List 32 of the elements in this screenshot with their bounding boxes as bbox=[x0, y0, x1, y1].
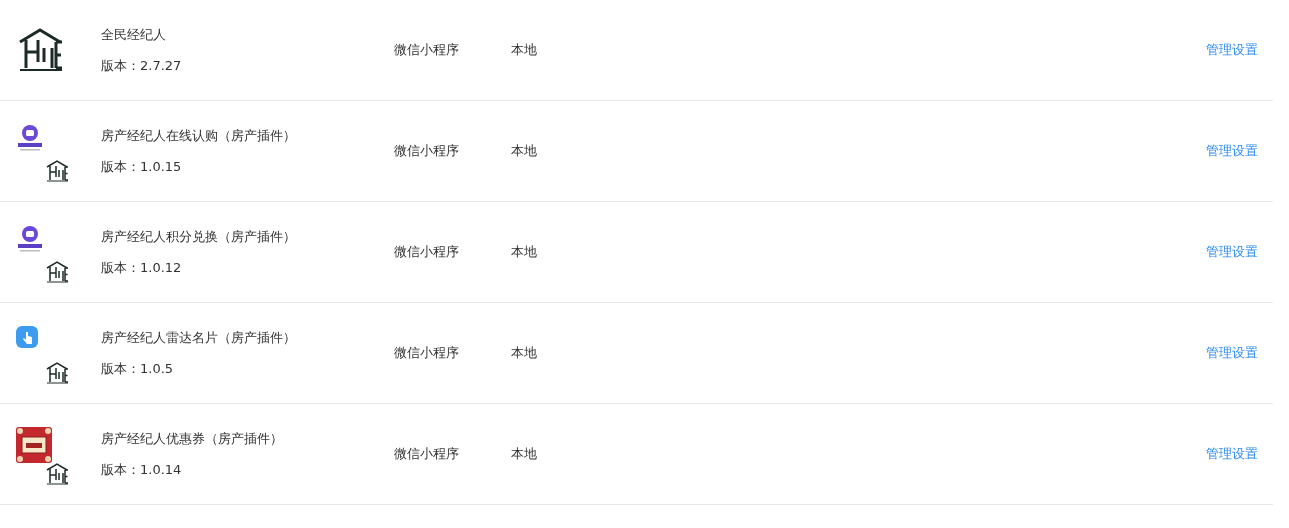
manage-settings-link[interactable]: 管理设置 bbox=[1206, 445, 1258, 463]
platform-label: 微信小程序 bbox=[394, 243, 460, 261]
source-label: 本地 bbox=[511, 142, 538, 160]
house-icon bbox=[18, 28, 62, 72]
source-label: 本地 bbox=[511, 344, 538, 362]
house-icon bbox=[46, 362, 68, 384]
plugin-version: 版本：1.0.14 bbox=[101, 460, 183, 479]
plugin-version: 版本：1.0.5 bbox=[101, 359, 175, 378]
house-icon bbox=[46, 261, 68, 283]
plugin-version: 版本：2.7.27 bbox=[101, 56, 183, 75]
source-label: 本地 bbox=[511, 243, 538, 261]
coupon-icon bbox=[16, 427, 52, 463]
hand-icon bbox=[16, 326, 38, 348]
platform-label: 微信小程序 bbox=[394, 142, 460, 160]
house-icon bbox=[46, 463, 68, 485]
manage-settings-link[interactable]: 管理设置 bbox=[1206, 142, 1258, 160]
plugin-name: 全民经纪人 bbox=[101, 25, 167, 44]
manage-settings-link[interactable]: 管理设置 bbox=[1206, 41, 1258, 59]
plugin-name: 房产经纪人雷达名片（房产插件） bbox=[101, 328, 297, 347]
manage-settings-link[interactable]: 管理设置 bbox=[1206, 344, 1258, 362]
manage-settings-link[interactable]: 管理设置 bbox=[1206, 243, 1258, 261]
platform-label: 微信小程序 bbox=[394, 344, 460, 362]
platform-label: 微信小程序 bbox=[394, 445, 460, 463]
house-icon bbox=[46, 160, 68, 182]
plugin-name: 房产经纪人优惠券（房产插件） bbox=[101, 429, 284, 448]
platform-label: 微信小程序 bbox=[394, 41, 460, 59]
plugin-name: 房产经纪人在线认购（房产插件） bbox=[101, 126, 297, 145]
source-label: 本地 bbox=[511, 445, 538, 463]
plugin-version: 版本：1.0.12 bbox=[101, 258, 183, 277]
plugin-version: 版本：1.0.15 bbox=[101, 157, 183, 176]
source-label: 本地 bbox=[511, 41, 538, 59]
plugin-name: 房产经纪人积分兑换（房产插件） bbox=[101, 227, 297, 246]
